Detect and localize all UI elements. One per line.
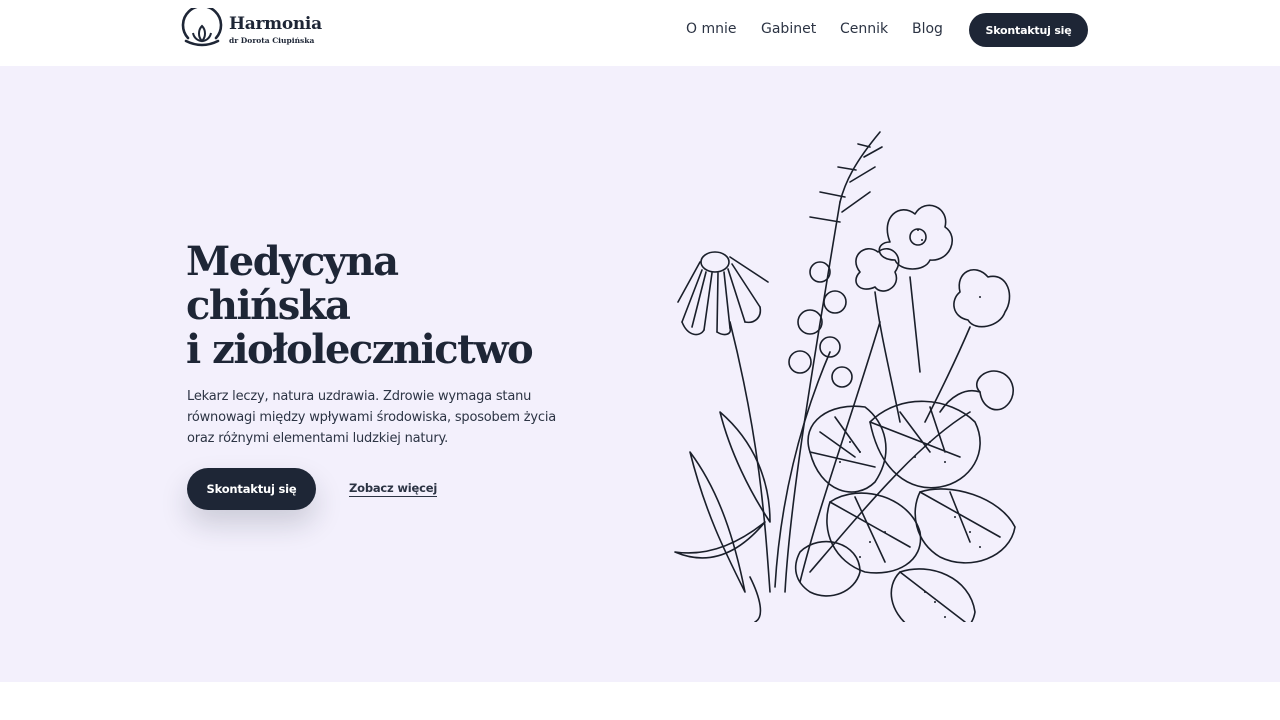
hero-contact-button[interactable]: Skontaktuj się <box>187 468 316 510</box>
site-header: Harmonia dr Dorota Ciupińska O mnie Gabi… <box>0 0 1280 66</box>
logo[interactable]: Harmonia dr Dorota Ciupińska <box>180 8 322 52</box>
nav-link-cennik[interactable]: Cennik <box>840 21 888 37</box>
hero-title: Medycyna chińska i ziołolecznictwo <box>186 238 534 373</box>
hero-description-line: oraz różnymi elementami ludzkiej natury. <box>187 431 449 446</box>
hero-title-line: i ziołolecznictwo <box>186 326 534 373</box>
hero-title-line: Medycyna <box>186 238 399 285</box>
hero-section: Medycyna chińska i ziołolecznictwo Lekar… <box>0 66 1280 682</box>
herbal-flowers-illustration <box>674 131 1016 622</box>
see-more-link[interactable]: Zobacz więcej <box>349 481 437 497</box>
nav-link-blog[interactable]: Blog <box>912 21 943 37</box>
hero-description-line: Lekarz leczy, natura uzdrawia. Zdrowie w… <box>187 389 532 404</box>
logo-name: Harmonia <box>229 13 322 34</box>
nav-link-gabinet[interactable]: Gabinet <box>761 21 816 37</box>
nav-link-o-mnie[interactable]: O mnie <box>686 21 736 37</box>
hero-description: Lekarz leczy, natura uzdrawia. Zdrowie w… <box>187 386 567 449</box>
hero-title-line: chińska <box>186 282 351 329</box>
hero-description-line: równowagi między wpływami środowiska, sp… <box>187 410 557 425</box>
header-contact-button[interactable]: Skontaktuj się <box>969 13 1088 47</box>
lotus-sun-icon <box>181 8 223 47</box>
logo-subtitle: dr Dorota Ciupińska <box>229 35 315 45</box>
